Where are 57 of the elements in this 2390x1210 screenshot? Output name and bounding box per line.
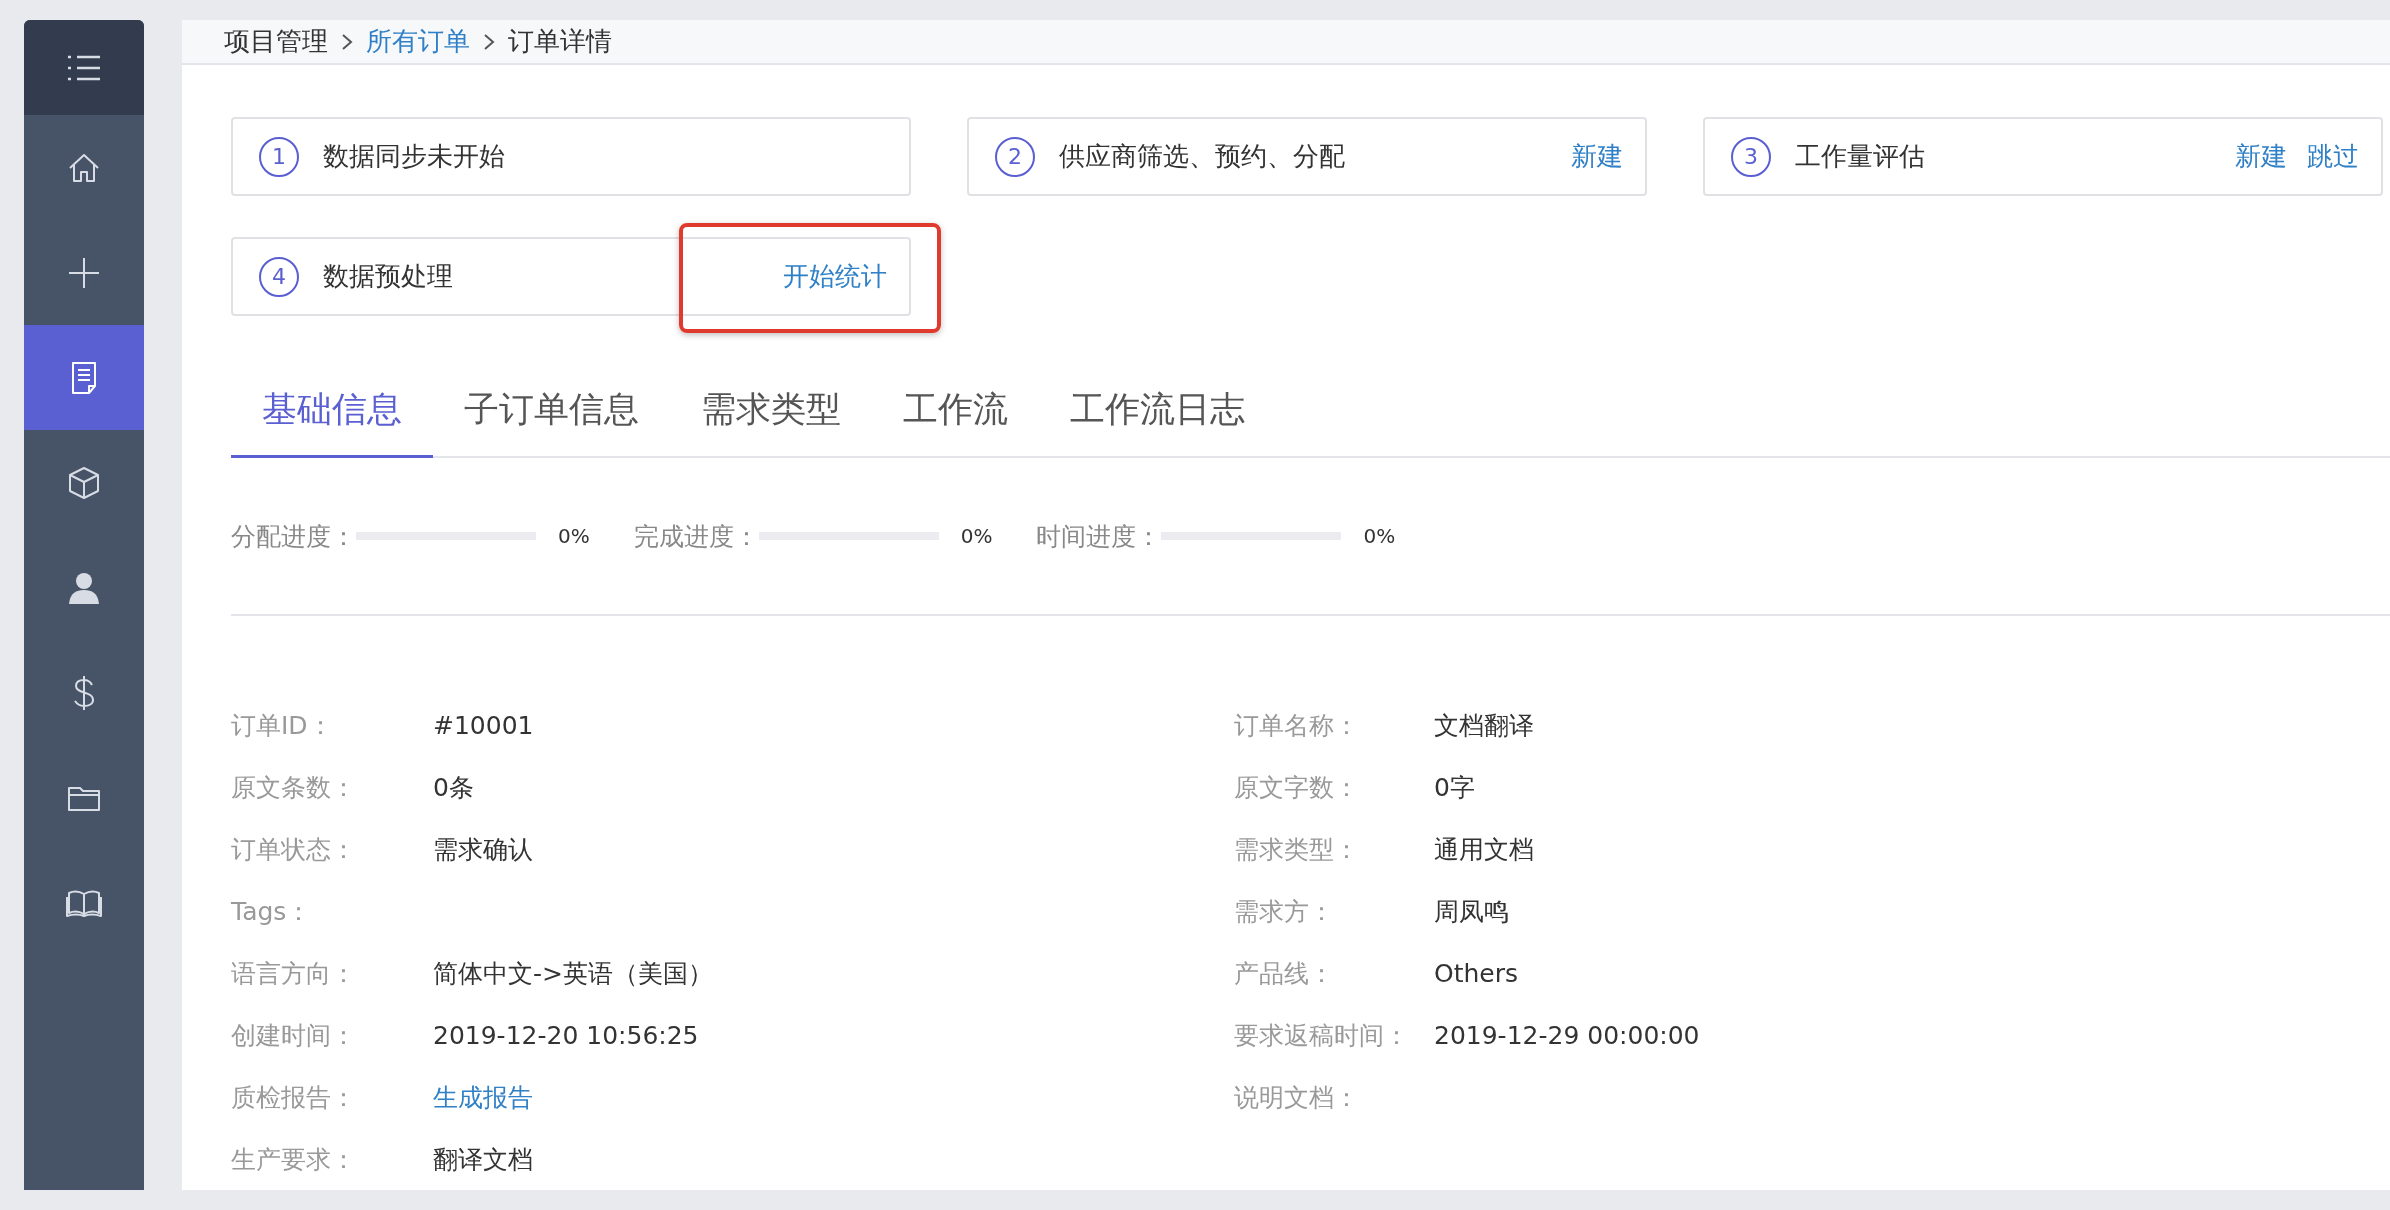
progress-label: 分配进度： (231, 520, 356, 553)
field-value: 简体中文->英语（美国） (433, 957, 713, 990)
field-value: 文档翻译 (1434, 709, 1534, 742)
tab[interactable]: 工作流 (872, 366, 1039, 458)
step-number: 2 (995, 136, 1035, 177)
field-value: 0字 (1434, 771, 1475, 804)
field-value: Others (1434, 958, 1518, 988)
sidebar-item[interactable] (24, 325, 144, 430)
field-value: #10001 (433, 710, 534, 740)
field-value: 周凤鸣 (1434, 895, 1509, 928)
step-title: 数据同步未开始 (323, 140, 506, 173)
action-link[interactable]: 新建 (1571, 139, 1623, 174)
step-title: 工作量评估 (1795, 140, 1926, 173)
action-link[interactable]: 跳过 (2307, 139, 2359, 174)
field-label: 语言方向： (231, 957, 357, 990)
breadcrumb-link[interactable]: 所有订单 (366, 24, 470, 59)
field-value: 翻译文档 (433, 1143, 533, 1176)
tab[interactable]: 基础信息 (231, 366, 433, 458)
breadcrumb-text: 订单详情 (508, 25, 612, 58)
progress-reading: 0% (1363, 524, 1396, 548)
tab[interactable]: 需求类型 (670, 366, 872, 458)
field-label: 质检报告： (231, 1081, 357, 1114)
field-value: 通用文档 (1434, 833, 1534, 866)
field-link[interactable]: 生成报告 (433, 1080, 533, 1114)
step-number: 1 (259, 136, 299, 177)
action-link[interactable]: 开始统计 (783, 259, 887, 294)
field-value: 2019-12-20 10:56:25 (433, 1020, 699, 1050)
field-label: 原文字数： (1234, 771, 1360, 804)
field-label: 要求返稿时间： (1234, 1019, 1410, 1052)
field-label: 产品线： (1234, 957, 1335, 990)
tab[interactable]: 子订单信息 (433, 366, 670, 458)
breadcrumb-text: 项目管理 (224, 25, 328, 58)
action-link[interactable]: 新建 (2235, 139, 2287, 174)
field-label: 订单名称： (1234, 709, 1360, 742)
step-title: 数据预处理 (323, 260, 454, 293)
chevron-icon (340, 31, 354, 52)
field-label: 需求类型： (1234, 833, 1360, 866)
field-label: 原文条数： (231, 771, 357, 804)
step-number: 3 (1731, 136, 1771, 177)
field-label: 说明文档： (1234, 1081, 1360, 1114)
tab[interactable]: 工作流日志 (1039, 366, 1276, 458)
progress-label: 时间进度： (1036, 520, 1162, 553)
progress-reading: 0% (558, 524, 590, 548)
field-label: 生产要求： (231, 1143, 357, 1176)
field-value: 需求确认 (433, 833, 533, 866)
chevron-icon (482, 31, 496, 52)
field-label: Tags： (231, 895, 313, 928)
field-label: 订单状态： (231, 833, 357, 866)
field-value: 0条 (433, 771, 474, 804)
progress-label: 完成进度： (633, 520, 759, 553)
field-value: 2019-12-29 00:00:00 (1434, 1020, 1700, 1050)
field-label: 订单ID： (231, 709, 334, 742)
step-title: 供应商筛选、预约、分配 (1059, 140, 1346, 173)
step-number: 4 (259, 256, 299, 297)
field-label: 需求方： (1234, 895, 1335, 928)
progress-reading: 0% (960, 524, 993, 548)
field-label: 创建时间： (231, 1019, 357, 1052)
